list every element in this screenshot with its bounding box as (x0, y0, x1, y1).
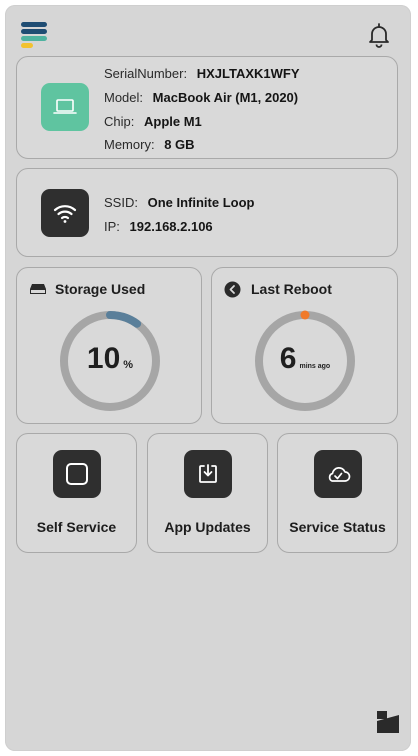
ssid-value: One Infinite Loop (147, 195, 255, 210)
ip-label: IP: (104, 219, 120, 234)
brand-logo-icon[interactable] (375, 709, 401, 735)
storage-unit: % (123, 359, 134, 371)
chip-value: Apple M1 (143, 114, 202, 129)
serial-label: SerialNumber: (104, 66, 188, 81)
ssid-label: SSID: (104, 195, 138, 210)
model-row: Model: MacBook Air (M1, 2020) (104, 90, 298, 105)
network-card: SSID: One Infinite Loop IP: 192.168.2.10… (16, 168, 398, 257)
reboot-marker (300, 310, 310, 320)
memory-value: 8 GB (164, 137, 195, 152)
cloud-check-icon (314, 450, 362, 498)
self-service-button[interactable]: Self Service (16, 433, 137, 553)
service-status-label: Service Status (289, 519, 386, 535)
device-info-card: SerialNumber: HXJLTAXK1WFY Model: MacBoo… (16, 56, 398, 159)
serial-value: HXJLTAXK1WFY (196, 66, 300, 81)
service-status-button[interactable]: Service Status (277, 433, 398, 553)
ssid-row: SSID: One Infinite Loop (104, 195, 254, 210)
memory-row: Memory: 8 GB (104, 137, 195, 152)
reboot-title: Last Reboot (251, 281, 332, 297)
ip-value: 192.168.2.106 (129, 219, 213, 234)
reboot-value: 6 (279, 342, 297, 375)
model-value: MacBook Air (M1, 2020) (152, 90, 299, 105)
reboot-value-display: 6 mins ago (252, 342, 358, 376)
app-panel: SerialNumber: HXJLTAXK1WFY Model: MacBoo… (5, 5, 411, 751)
storage-card: Storage Used 10% (16, 267, 202, 424)
reboot-card: Last Reboot 6 mins ago (211, 267, 398, 424)
wifi-icon (41, 189, 89, 237)
ip-row: IP: 192.168.2.106 (104, 219, 213, 234)
serial-row: SerialNumber: HXJLTAXK1WFY (104, 66, 300, 81)
back-arrow-icon (224, 281, 241, 298)
app-updates-button[interactable]: App Updates (147, 433, 268, 553)
storage-value-display: 10% (57, 342, 163, 376)
disk-icon (29, 282, 47, 296)
reboot-unit: mins ago (299, 363, 331, 370)
bell-icon[interactable] (365, 21, 393, 49)
app-updates-label: App Updates (164, 519, 251, 535)
storage-title: Storage Used (55, 281, 146, 297)
chip-row: Chip: Apple M1 (104, 114, 202, 129)
model-label: Model: (104, 90, 144, 105)
laptop-icon (41, 83, 89, 131)
storage-value: 10 (86, 342, 121, 375)
square-icon (53, 450, 101, 498)
self-service-label: Self Service (36, 519, 117, 535)
menu-stack-icon[interactable] (19, 19, 49, 49)
chip-label: Chip: (104, 114, 135, 129)
download-icon (184, 450, 232, 498)
memory-label: Memory: (104, 137, 155, 152)
